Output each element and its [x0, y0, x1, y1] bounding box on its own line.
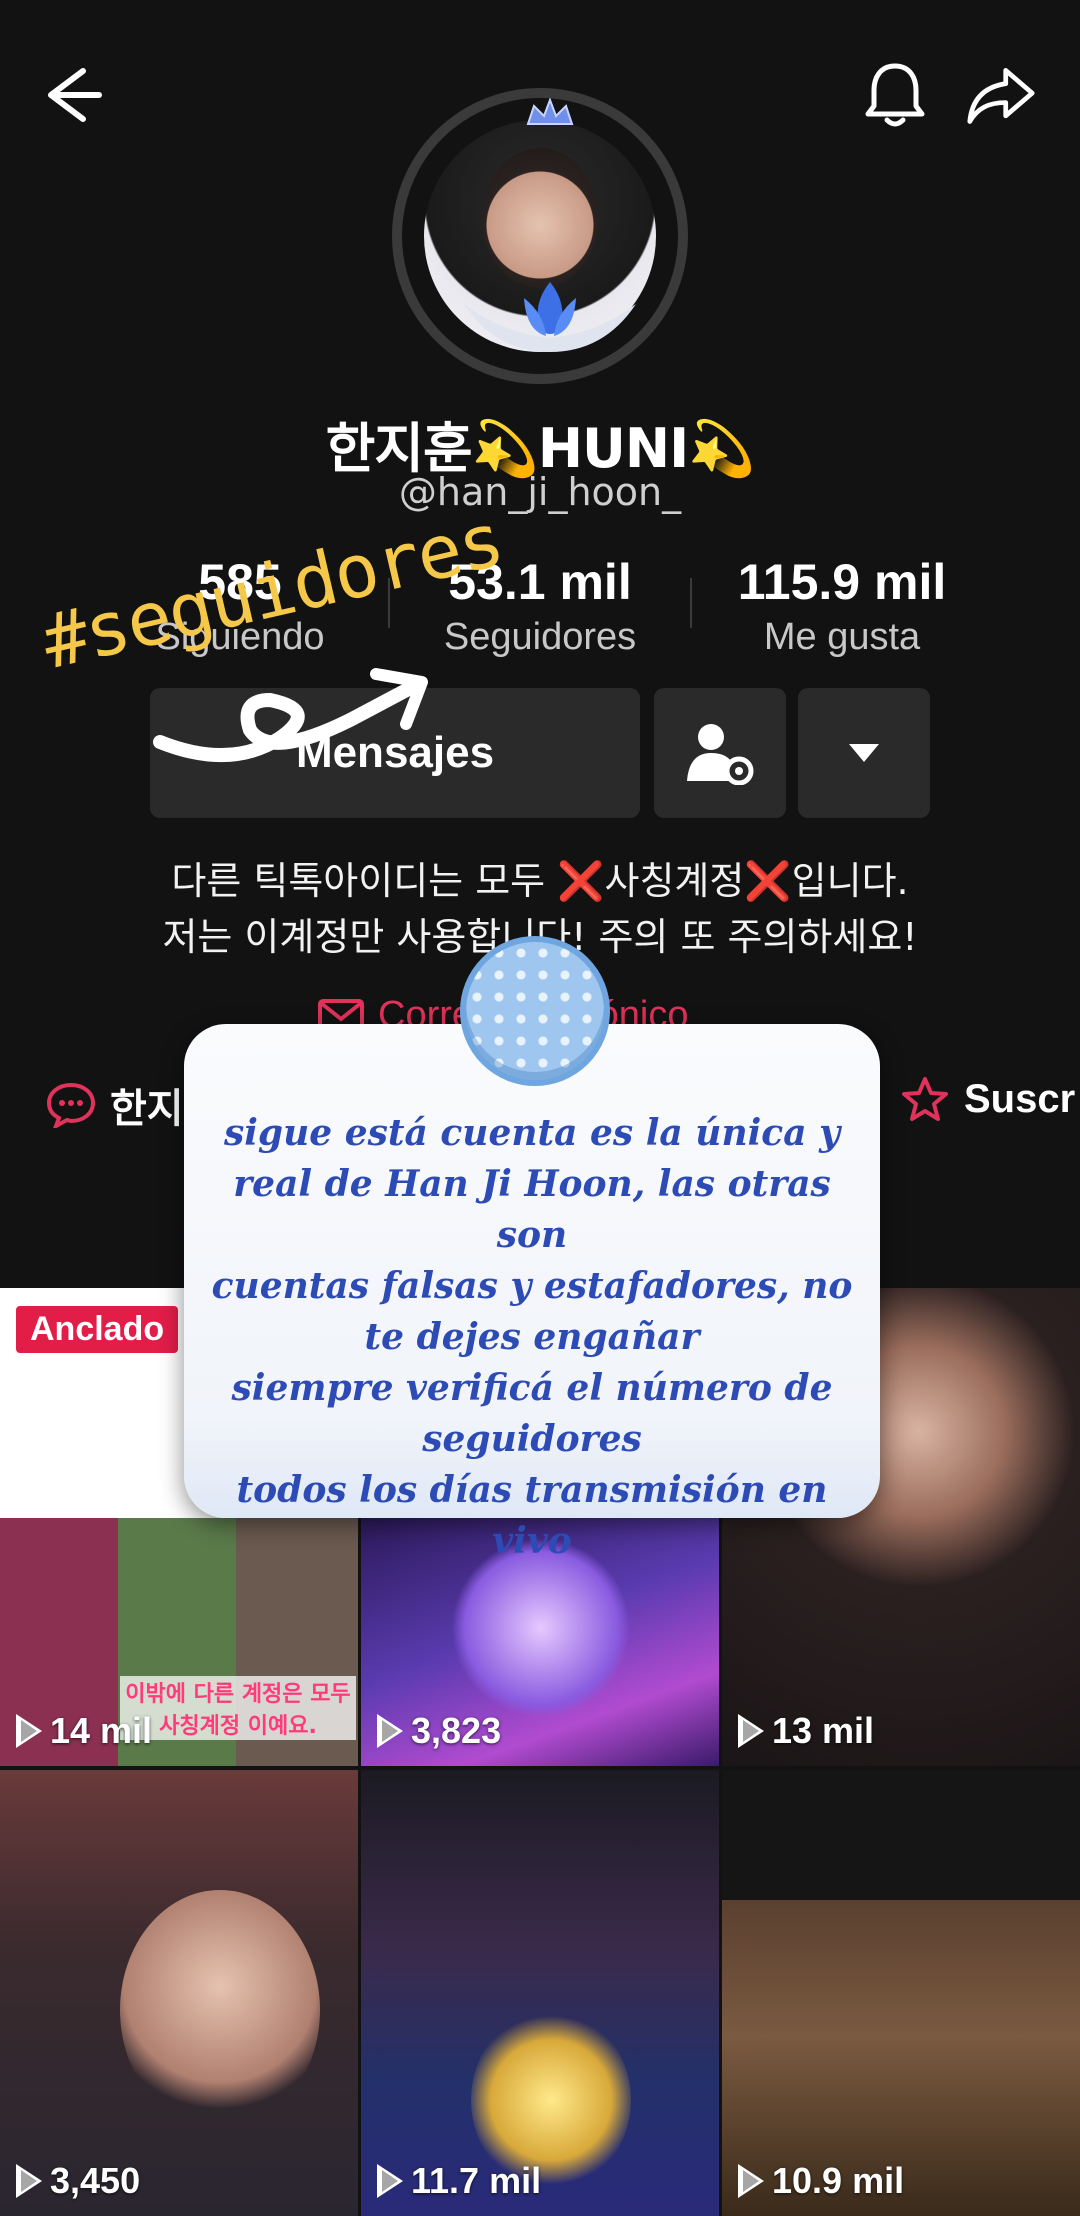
play-icon — [16, 2164, 42, 2198]
likes-count: 115.9 mil — [737, 554, 947, 610]
view-count: 3,450 — [16, 2160, 140, 2202]
video-tile[interactable]: 11.7 mil — [361, 1770, 719, 2216]
add-friend-icon — [687, 724, 754, 785]
arrow-sticker-icon — [153, 668, 428, 762]
lotus-frame-icon — [464, 282, 636, 352]
crown-frame-icon — [526, 98, 574, 125]
stat-likes[interactable]: 115.9 mil Me gusta — [692, 552, 992, 662]
bell-icon[interactable] — [860, 60, 930, 130]
share-icon[interactable] — [966, 60, 1036, 130]
more-options-button[interactable] — [798, 688, 930, 818]
followers-label: Seguidores — [443, 616, 637, 658]
play-icon — [377, 2164, 403, 2198]
view-count: 10.9 mil — [738, 2160, 904, 2202]
view-count: 11.7 mil — [377, 2160, 541, 2202]
video-caption: 이밖에 다른 계정은 모두 사칭계정 이예요. — [120, 1676, 356, 1740]
linked-account-label: 한지 — [110, 1086, 184, 1132]
chat-bubble-icon — [46, 1082, 96, 1128]
play-icon — [738, 2164, 764, 2198]
video-tile[interactable]: 10.9 mil — [722, 1770, 1080, 2216]
dropdown-icon — [849, 744, 879, 762]
note-sticker: sigue está cuenta es la única y real de … — [184, 1024, 880, 1562]
subscribe-link[interactable]: Suscr — [900, 1076, 1075, 1122]
avatar[interactable] — [392, 88, 688, 384]
subscribe-star-icon — [902, 1077, 948, 1121]
play-icon — [738, 1714, 764, 1748]
note-text: sigue está cuenta es la única y real de … — [211, 1112, 853, 1562]
pinned-badge: Anclado — [16, 1306, 179, 1353]
view-count: 3,823 — [377, 1710, 501, 1752]
video-tile[interactable]: 3,450 — [0, 1770, 358, 2216]
pin-sticker-icon — [460, 936, 610, 1086]
play-icon — [377, 1714, 403, 1748]
view-count: 14 mil — [16, 1710, 152, 1752]
add-friend-button[interactable] — [654, 688, 786, 818]
subscribe-label: Suscr — [964, 1076, 1076, 1121]
linked-account[interactable]: 한지 — [46, 1076, 184, 1134]
bio-line-1: 다른 틱톡아이디는 모두 ❌사칭계정❌입니다. — [171, 859, 909, 903]
username: @han_ji_hoon_ — [398, 470, 682, 514]
play-icon — [16, 1714, 42, 1748]
view-count: 13 mil — [738, 1710, 874, 1752]
back-arrow-icon[interactable] — [36, 60, 106, 130]
likes-label: Me gusta — [763, 616, 921, 658]
